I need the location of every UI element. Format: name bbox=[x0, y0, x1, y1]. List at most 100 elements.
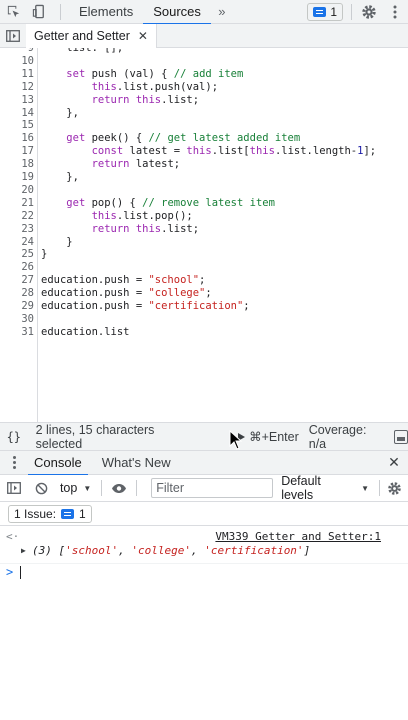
line-number[interactable]: 18 bbox=[0, 158, 34, 171]
issues-counter-button[interactable]: 1 bbox=[307, 2, 343, 21]
code-text: const latest = this.list[this.list.lengt… bbox=[91, 145, 377, 158]
line-number[interactable]: 9 bbox=[0, 48, 34, 55]
toolbar-divider bbox=[351, 3, 352, 20]
code-line: 13 return this.list; bbox=[0, 94, 408, 107]
issues-link-count: 1 bbox=[79, 506, 86, 521]
code-line: 27 education.push = "school"; bbox=[0, 274, 408, 287]
code-line: 16 get peek() { // get latest added item bbox=[0, 132, 408, 145]
inspect-element-icon[interactable] bbox=[0, 0, 26, 24]
line-number[interactable]: 17 bbox=[0, 145, 34, 158]
line-number[interactable]: 14 bbox=[0, 107, 34, 120]
run-snippet-button[interactable]: ⌘+Enter bbox=[236, 429, 299, 444]
settings-gear-icon[interactable] bbox=[356, 0, 382, 24]
code-editor[interactable]: 9 list: [], 10 11 set push (val) { // add … bbox=[0, 48, 408, 422]
console-result-header: <· VM339 Getter and Setter:1 bbox=[0, 530, 408, 545]
toggle-navigator-icon[interactable] bbox=[0, 24, 26, 48]
code-text: education.push = "school"; bbox=[41, 274, 206, 287]
tab-whats-new[interactable]: What's New bbox=[96, 450, 177, 475]
console-result-row[interactable]: ▶ (3) ['school', 'college', 'certificati… bbox=[0, 544, 408, 559]
coverage-icon[interactable] bbox=[394, 429, 408, 444]
line-number[interactable]: 15 bbox=[0, 119, 34, 132]
line-number[interactable]: 11 bbox=[0, 68, 34, 81]
source-link[interactable]: VM339 Getter and Setter:1 bbox=[215, 530, 381, 543]
tab-console[interactable]: Console bbox=[28, 450, 88, 476]
code-line: 23 return this.list; bbox=[0, 223, 408, 236]
line-number[interactable]: 27 bbox=[0, 274, 34, 287]
code-text: get peek() { // get latest added item bbox=[66, 132, 301, 145]
code-text: education.push = "certification"; bbox=[41, 300, 250, 312]
code-line: 17 const latest = this.list[this.list.le… bbox=[0, 145, 408, 158]
code-line: 30 bbox=[0, 313, 408, 326]
line-number[interactable]: 12 bbox=[0, 81, 34, 94]
code-text: set push (val) { // add item bbox=[66, 67, 244, 80]
line-number[interactable]: 31 bbox=[0, 326, 34, 339]
code-line: 28 education.push = "college"; bbox=[0, 287, 408, 300]
line-number[interactable]: 30 bbox=[0, 313, 34, 326]
issues-bar: 1 Issue: 1 bbox=[0, 502, 408, 526]
code-line: 29 education.push = "certification"; bbox=[0, 300, 408, 313]
line-number[interactable]: 10 bbox=[0, 55, 34, 68]
drawer-tab-bar: Console What's New ✕ bbox=[0, 450, 408, 476]
line-number[interactable]: 16 bbox=[0, 132, 34, 145]
editor-status-bar: {} 2 lines, 15 characters selected ⌘+Ent… bbox=[0, 422, 408, 451]
result-arrow-icon: <· bbox=[6, 530, 20, 543]
code-line: 25} bbox=[0, 248, 408, 261]
code-line: 9 list: [], bbox=[0, 48, 408, 55]
code-line: 12 this.list.push(val); bbox=[0, 81, 408, 94]
line-number[interactable]: 26 bbox=[0, 261, 34, 274]
close-icon[interactable]: ✕ bbox=[138, 29, 148, 43]
expand-triangle-icon[interactable]: ▶ bbox=[21, 546, 26, 555]
code-text: }, bbox=[41, 171, 79, 183]
tab-sources[interactable]: Sources bbox=[143, 0, 211, 25]
dropdown-caret-icon: ▼ bbox=[361, 483, 370, 493]
console-filter-input[interactable] bbox=[151, 478, 274, 498]
code-line: 21 get pop() { // remove latest item bbox=[0, 197, 408, 210]
console-settings-gear-icon[interactable] bbox=[380, 481, 408, 496]
clear-console-icon[interactable] bbox=[28, 482, 56, 495]
code-line: 10 bbox=[0, 55, 408, 68]
line-number[interactable]: 24 bbox=[0, 236, 34, 249]
more-options-icon[interactable] bbox=[382, 0, 408, 24]
more-tabs-icon[interactable]: » bbox=[211, 4, 233, 19]
text-cursor bbox=[20, 566, 21, 579]
code-line: 20 bbox=[0, 184, 408, 197]
line-number[interactable]: 23 bbox=[0, 223, 34, 236]
code-line: 31 education.list bbox=[0, 326, 408, 339]
code-text: list: [], bbox=[41, 48, 124, 54]
line-number[interactable]: 28 bbox=[0, 287, 34, 300]
line-number[interactable]: 20 bbox=[0, 184, 34, 197]
message-icon bbox=[313, 6, 327, 17]
file-tab-getter-setter[interactable]: Getter and Setter ✕ bbox=[26, 23, 157, 48]
live-expression-eye-icon[interactable] bbox=[102, 483, 136, 494]
log-levels-dropdown[interactable]: Default levels ▼ bbox=[281, 474, 369, 502]
device-toolbar-icon[interactable] bbox=[26, 0, 52, 24]
tab-elements[interactable]: Elements bbox=[69, 0, 143, 24]
line-number[interactable]: 29 bbox=[0, 300, 34, 313]
line-number[interactable]: 21 bbox=[0, 197, 34, 210]
code-line: 26 bbox=[0, 261, 408, 274]
line-number[interactable]: 25 bbox=[0, 248, 34, 261]
console-result-value: (3) ['school', 'college', 'certification… bbox=[32, 544, 311, 557]
console-prompt-row[interactable]: > bbox=[0, 563, 408, 579]
issues-label: 1 Issue: bbox=[14, 506, 57, 521]
console-toolbar: top ▼ Default levels ▼ bbox=[0, 474, 408, 502]
drawer-menu-icon[interactable] bbox=[0, 456, 28, 469]
code-line: 22 this.list.pop(); bbox=[0, 210, 408, 223]
pretty-print-icon[interactable]: {} bbox=[0, 430, 28, 444]
line-number[interactable]: 19 bbox=[0, 171, 34, 184]
code-text: return latest; bbox=[91, 158, 181, 171]
editor-tab-bar: Getter and Setter ✕ bbox=[0, 23, 408, 48]
devtools-main-toolbar: Elements Sources » 1 bbox=[0, 0, 408, 25]
dropdown-caret-icon: ▼ bbox=[83, 483, 92, 493]
code-text: education.push = "college"; bbox=[41, 287, 212, 300]
line-number[interactable]: 22 bbox=[0, 210, 34, 223]
context-selector[interactable]: top ▼ bbox=[60, 481, 91, 495]
console-output[interactable]: <· VM339 Getter and Setter:1 ▶ (3) ['sch… bbox=[0, 526, 408, 720]
line-number[interactable]: 13 bbox=[0, 94, 34, 107]
issues-link-button[interactable]: 1 Issue: 1 bbox=[8, 504, 92, 523]
toggle-sidebar-icon[interactable] bbox=[0, 482, 28, 494]
code-line: 11 set push (val) { // add item bbox=[0, 68, 408, 81]
close-drawer-icon[interactable]: ✕ bbox=[380, 454, 408, 471]
issues-count: 1 bbox=[330, 4, 337, 19]
code-text: this.list.pop(); bbox=[91, 209, 193, 222]
